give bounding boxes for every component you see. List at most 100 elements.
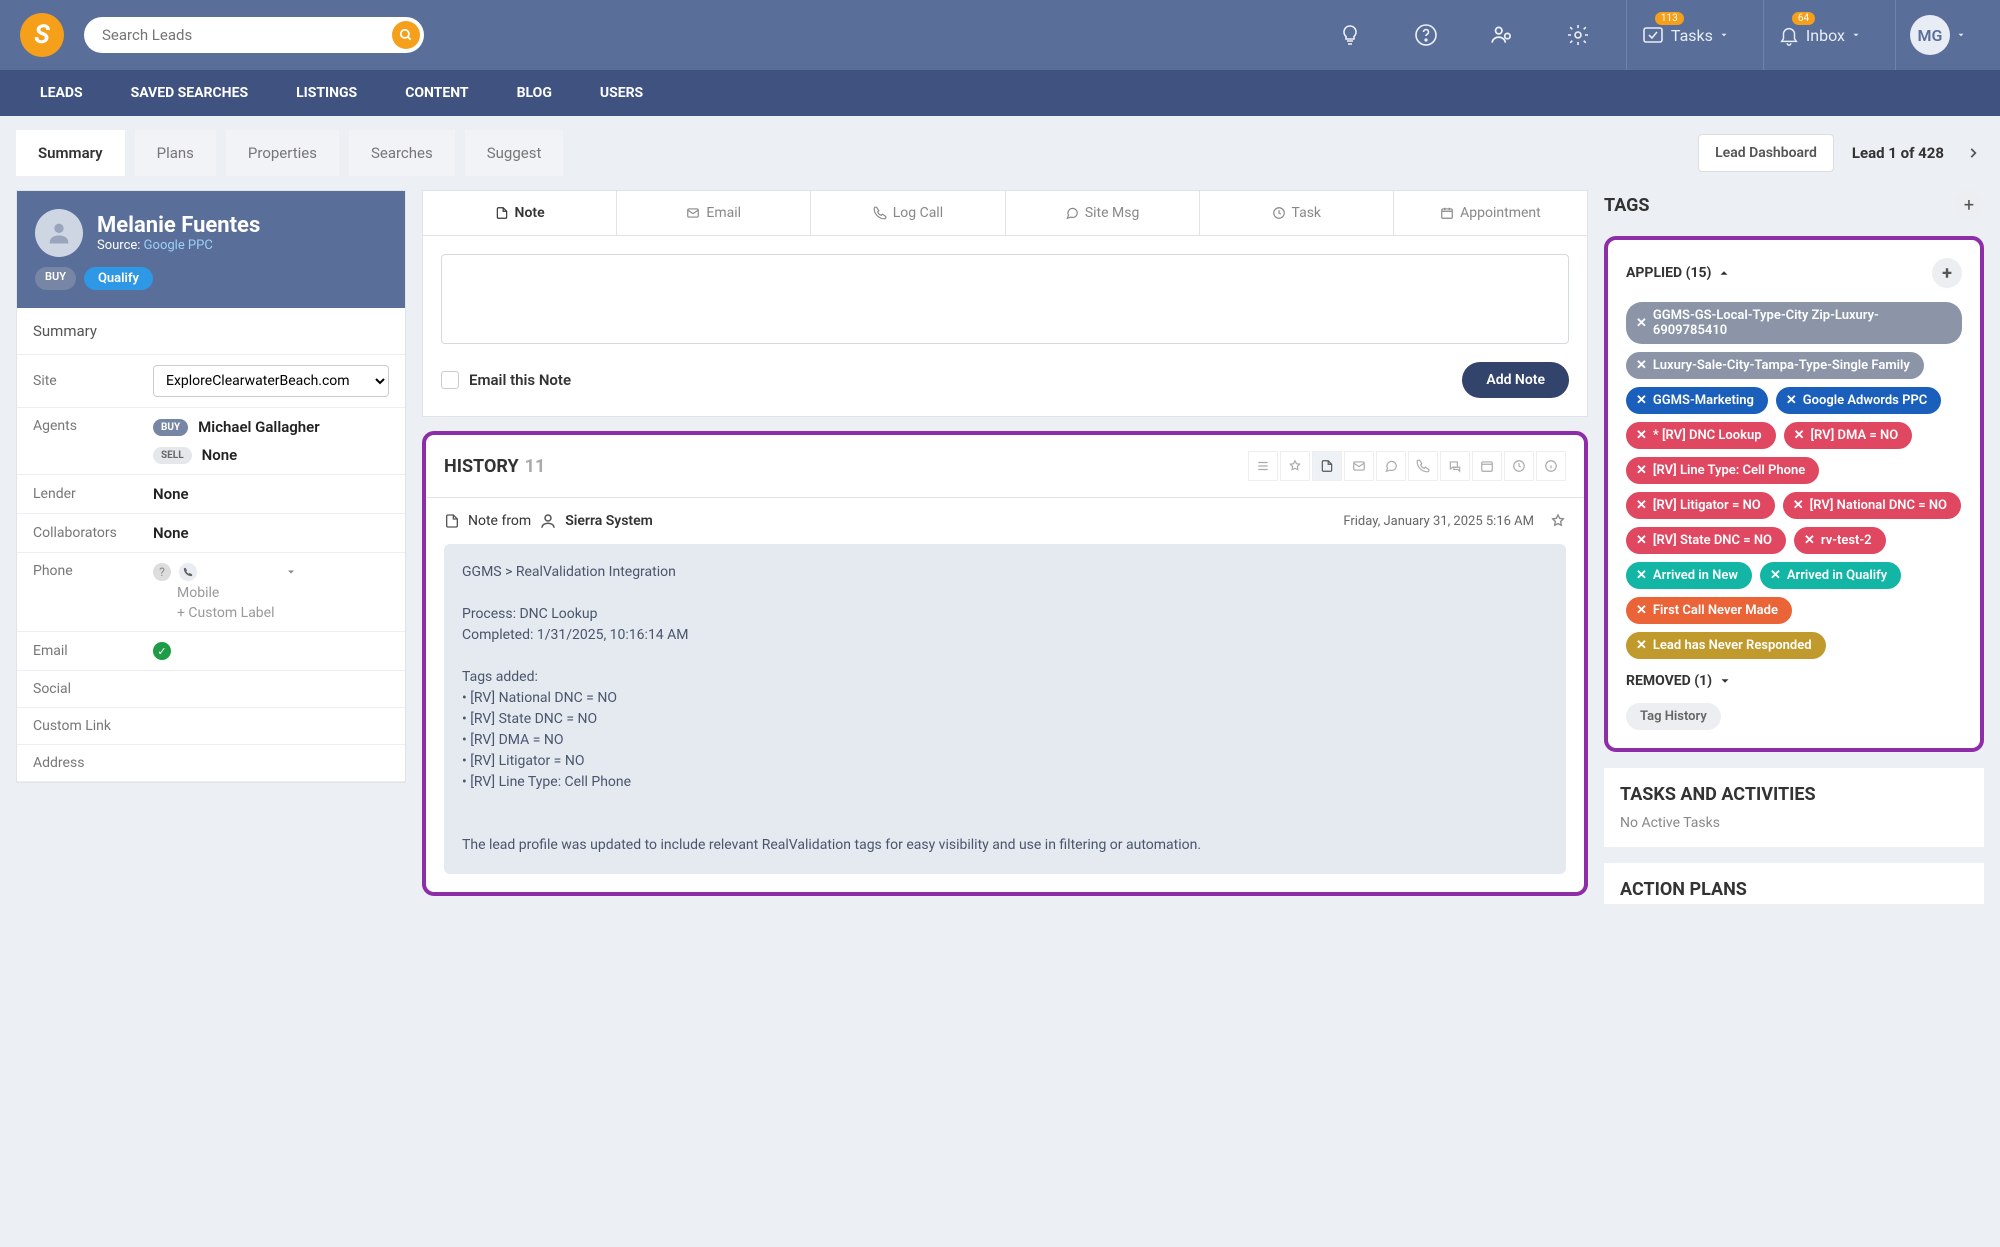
tag-item[interactable]: ✕Lead has Never Responded [1626, 632, 1826, 659]
tab-searches[interactable]: Searches [349, 130, 455, 176]
tag-remove-icon[interactable]: ✕ [1636, 638, 1647, 653]
tag-item[interactable]: ✕Arrived in Qualify [1760, 562, 1901, 589]
tag-item[interactable]: ✕Luxury-Sale-City-Tampa-Type-Single Fami… [1626, 352, 1924, 379]
tag-item[interactable]: ✕First Call Never Made [1626, 597, 1792, 624]
tasks-menu[interactable]: 113 Tasks [1626, 0, 1743, 70]
tab-suggest[interactable]: Suggest [465, 130, 564, 176]
tag-item[interactable]: ✕ [RV] Line Type: Cell Phone [1626, 457, 1819, 484]
tag-remove-icon[interactable]: ✕ [1636, 316, 1647, 331]
tag-item[interactable]: ✕Arrived in New [1626, 562, 1752, 589]
collaborators-value[interactable]: None [153, 524, 189, 542]
filter-note-icon[interactable] [1312, 451, 1342, 481]
composer-tab-note[interactable]: Note [423, 191, 617, 235]
chevron-down-icon [1851, 30, 1861, 40]
summary-section[interactable]: Summary [17, 308, 405, 355]
history-count: 11 [525, 456, 546, 477]
lender-value[interactable]: None [153, 485, 189, 503]
next-lead-button[interactable] [1962, 142, 1984, 164]
tag-history-button[interactable]: Tag History [1626, 703, 1721, 730]
tab-plans[interactable]: Plans [135, 130, 216, 176]
app-logo[interactable]: S [20, 13, 64, 57]
buy-agent[interactable]: Michael Gallagher [198, 418, 319, 436]
phone-icon[interactable] [179, 563, 197, 581]
tag-item[interactable]: ✕[RV] DMA = NO [1784, 422, 1913, 449]
tag-item[interactable]: ✕* [RV] DNC Lookup [1626, 422, 1776, 449]
tag-item[interactable]: ✕rv-test-2 [1794, 527, 1886, 554]
tag-remove-icon[interactable]: ✕ [1636, 463, 1647, 478]
tag-remove-icon[interactable]: ✕ [1786, 393, 1797, 408]
user-menu[interactable]: MG [1895, 0, 1980, 70]
tag-item[interactable]: ✕[RV] Litigator = NO [1626, 492, 1775, 519]
lead-source-link[interactable]: Google PPC [144, 238, 213, 253]
add-applied-tag-button[interactable]: + [1932, 258, 1962, 288]
email-note-checkbox[interactable] [441, 371, 459, 389]
social-row[interactable]: Social [17, 671, 405, 708]
nav-listings[interactable]: LISTINGS [296, 70, 357, 116]
nav-content[interactable]: CONTENT [405, 70, 468, 116]
tag-remove-icon[interactable]: ✕ [1794, 428, 1805, 443]
lead-dashboard-button[interactable]: Lead Dashboard [1698, 134, 1834, 172]
nav-saved-searches[interactable]: SAVED SEARCHES [131, 70, 249, 116]
filter-email-icon[interactable] [1344, 451, 1374, 481]
composer-tab-logcall[interactable]: Log Call [811, 191, 1005, 235]
applied-header[interactable]: APPLIED (15) + [1626, 258, 1962, 288]
search-button[interactable] [392, 21, 420, 49]
inbox-menu[interactable]: 64 Inbox [1763, 0, 1875, 70]
add-tag-button[interactable]: + [1954, 190, 1984, 220]
tag-remove-icon[interactable]: ✕ [1636, 498, 1647, 513]
filter-star-icon[interactable] [1280, 451, 1310, 481]
composer-tab-task[interactable]: Task [1200, 191, 1394, 235]
filter-list-icon[interactable] [1248, 451, 1278, 481]
sell-agent[interactable]: None [202, 446, 238, 464]
tag-item[interactable]: ✕Google Adwords PPC [1776, 387, 1941, 414]
tag-item[interactable]: ✕[RV] National DNC = NO [1783, 492, 1961, 519]
help-icon[interactable] [1408, 17, 1444, 53]
nav-leads[interactable]: LEADS [40, 70, 83, 116]
filter-chat-icon[interactable] [1376, 451, 1406, 481]
tag-remove-icon[interactable]: ✕ [1636, 533, 1647, 548]
nav-users[interactable]: USERS [600, 70, 643, 116]
lightbulb-icon[interactable] [1332, 17, 1368, 53]
tag-item[interactable]: ✕[RV] State DNC = NO [1626, 527, 1786, 554]
tag-remove-icon[interactable]: ✕ [1793, 498, 1804, 513]
site-select[interactable]: ExploreClearwaterBeach.com [153, 365, 389, 397]
tag-remove-icon[interactable]: ✕ [1636, 358, 1647, 373]
filter-sitemsg-icon[interactable] [1440, 451, 1470, 481]
note-textarea[interactable] [441, 254, 1569, 344]
tag-remove-icon[interactable]: ✕ [1636, 428, 1647, 443]
star-icon[interactable] [1550, 513, 1566, 529]
lead-tabs: Summary Plans Properties Searches Sugges… [0, 116, 2000, 190]
gear-icon[interactable] [1560, 17, 1596, 53]
buy-badge: BUY [153, 419, 188, 436]
add-note-button[interactable]: Add Note [1462, 362, 1569, 398]
tag-label: [RV] Line Type: Cell Phone [1653, 463, 1805, 478]
phone-custom-label[interactable]: + Custom Label [177, 605, 297, 621]
tab-summary[interactable]: Summary [16, 130, 125, 176]
tag-remove-icon[interactable]: ✕ [1804, 533, 1815, 548]
removed-header[interactable]: REMOVED (1) [1626, 673, 1962, 689]
composer-tab-email[interactable]: Email [617, 191, 811, 235]
phone-mobile[interactable]: Mobile [177, 585, 297, 601]
filter-calendar-icon[interactable] [1472, 451, 1502, 481]
filter-info-icon[interactable] [1536, 451, 1566, 481]
tag-remove-icon[interactable]: ✕ [1770, 568, 1781, 583]
search-input[interactable] [84, 17, 424, 53]
filter-clock-icon[interactable] [1504, 451, 1534, 481]
tag-item[interactable]: ✕GGMS-GS-Local-Type-City Zip-Luxury-6909… [1626, 302, 1962, 344]
composer-tab-sitemsg[interactable]: Site Msg [1006, 191, 1200, 235]
chevron-down-icon[interactable] [285, 566, 297, 578]
composer-tab-appointment[interactable]: Appointment [1394, 191, 1587, 235]
nav-blog[interactable]: BLOG [517, 70, 552, 116]
tag-item[interactable]: ✕GGMS-Marketing [1626, 387, 1768, 414]
filter-phone-icon[interactable] [1408, 451, 1438, 481]
qualify-pill[interactable]: Qualify [84, 267, 153, 290]
agents-row: Agents BUY Michael Gallagher SELL None [17, 408, 405, 475]
custom-link-row[interactable]: Custom Link [17, 708, 405, 745]
tag-remove-icon[interactable]: ✕ [1636, 603, 1647, 618]
address-row[interactable]: Address [17, 745, 405, 782]
tab-properties[interactable]: Properties [226, 130, 339, 176]
tag-remove-icon[interactable]: ✕ [1636, 568, 1647, 583]
help-icon[interactable]: ? [153, 563, 171, 581]
people-icon[interactable] [1484, 17, 1520, 53]
tag-remove-icon[interactable]: ✕ [1636, 393, 1647, 408]
